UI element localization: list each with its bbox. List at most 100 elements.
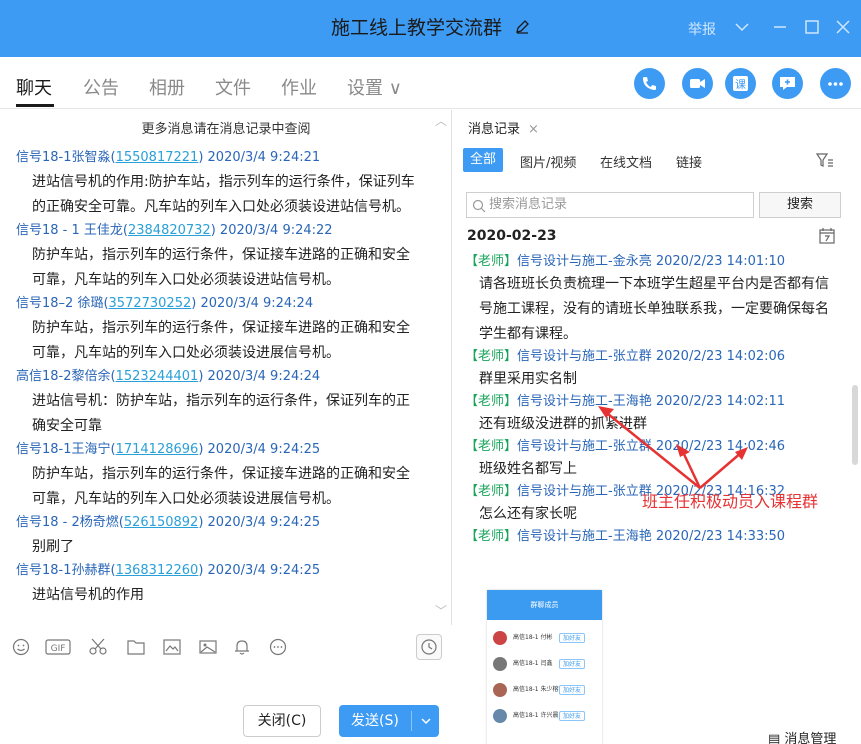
minimize-icon[interactable] [771, 18, 789, 36]
add-friend-button: 加好友 [559, 711, 586, 721]
share-button[interactable] [772, 68, 803, 99]
close-icon[interactable] [834, 18, 852, 36]
teacher-badge: 【老师】 [465, 484, 518, 499]
sender-name[interactable]: 信号设计与施工-王海艳 [517, 529, 652, 544]
message-text: 班级姓名都写上 [479, 461, 577, 477]
paren: ) [210, 223, 220, 238]
message-manage-link[interactable]: ▤ 消息管理 [768, 728, 836, 744]
add-friend-button: 加好友 [559, 659, 586, 669]
message-text: 可靠，凡车站的列车入口处必须装设进站信号机。 [32, 272, 340, 288]
svg-text:GIF: GIF [51, 644, 66, 654]
course-button[interactable]: 课 [725, 68, 756, 99]
sender-qq-link[interactable]: 526150892 [124, 515, 198, 530]
sender-name[interactable]: 信号18 - 1 王佳龙 [16, 223, 123, 238]
tab-settings[interactable]: 设置 ∨ [347, 74, 402, 100]
message-text: 号施工课程，没有的请班长单独联系我，一定要确保每名 [479, 301, 829, 317]
sender-name[interactable]: 信号设计与施工-张立群 [517, 484, 652, 499]
chevron-down-icon[interactable] [733, 18, 751, 36]
sender-name[interactable]: 信号18-1孙赫群 [16, 563, 111, 578]
chat-message: 高信18-2黎倍余(1523244401) 2020/3/4 9:24:24 进站… [16, 367, 440, 439]
avatar [493, 683, 507, 697]
svg-text:课: 课 [735, 78, 746, 91]
bell-icon[interactable] [232, 638, 252, 660]
add-friend-button: 加好友 [559, 633, 586, 643]
maximize-icon[interactable] [803, 18, 821, 36]
image-doc-icon[interactable] [162, 638, 182, 660]
history-search-input[interactable]: 搜索消息记录 [466, 192, 754, 218]
gif-icon[interactable]: GIF [45, 638, 71, 660]
tab-chat[interactable]: 聊天 [16, 74, 52, 100]
tab-homework[interactable]: 作业 [281, 74, 317, 100]
history-message-header: 【老师】信号设计与施工-张立群 2020/2/23 14:02:06 [465, 347, 855, 367]
sender-qq-link[interactable]: 1368312260 [116, 563, 199, 578]
sender-qq-link[interactable]: 3572730252 [109, 296, 192, 311]
tab-album[interactable]: 相册 [149, 74, 185, 100]
message-time: 2020/3/4 9:24:22 [219, 223, 333, 238]
member-row: 高信18-1 许兴晨 加好友 [493, 706, 593, 726]
sender-name[interactable]: 信号设计与施工-张立群 [517, 439, 652, 454]
history-message: 【老师】信号设计与施工-金永亮 2020/2/23 14:01:10 请各班班长负… [465, 252, 855, 347]
edit-title-icon[interactable] [514, 18, 530, 40]
teacher-badge: 【老师】 [465, 529, 518, 544]
history-tab[interactable]: 消息记录 × [468, 118, 539, 137]
more-icon [828, 82, 843, 86]
video-call-button[interactable] [682, 68, 713, 99]
report-link[interactable]: 举报 [688, 19, 716, 39]
clock-icon [421, 639, 437, 655]
sender-qq-link[interactable]: 1550817221 [116, 150, 199, 165]
scroll-up-icon[interactable]: ︿ [435, 112, 447, 129]
chat-message: 信号18-1张智淼(1550817221) 2020/3/4 9:24:21 进站… [16, 148, 440, 220]
calendar-icon[interactable] [818, 227, 836, 249]
chat-message-area[interactable]: 更多消息请在消息记录中查阅 ︿ 信号18-1张智淼(1550817221) 20… [0, 110, 452, 625]
chat-message-list: 信号18-1张智淼(1550817221) 2020/3/4 9:24:21 进站… [16, 148, 440, 609]
emoji-icon[interactable] [12, 638, 30, 660]
view-history-link[interactable]: 更多消息请在消息记录中查阅 [0, 118, 451, 137]
filter-all[interactable]: 全部 [463, 148, 503, 172]
shared-screenshot-image[interactable]: 群聊成员 高信18-1 付彬 加好友 高信18-1 闫鑫 加好友 高信18-1 朱少榕加… [487, 590, 602, 744]
message-history-button[interactable] [416, 634, 442, 660]
message-text: 还有班级没进群的抓紧进群 [479, 416, 647, 432]
window-title-wrap: 施工线上教学交流群 [0, 13, 861, 40]
sender-name[interactable]: 信号设计与施工-王海艳 [517, 394, 652, 409]
member-row: 高信18-1 付彬 加好友 [493, 628, 593, 648]
date-heading: 2020-02-23 [467, 228, 557, 244]
send-options-chevron-icon[interactable] [419, 705, 433, 744]
message-header: 信号18-1张智淼(1550817221) 2020/3/4 9:24:21 [16, 148, 440, 170]
folder-icon[interactable] [126, 638, 146, 660]
history-message: 【老师】信号设计与施工-王海艳 2020/2/23 14:33:50 [465, 527, 855, 547]
tab-files[interactable]: 文件 [215, 74, 251, 100]
send-button[interactable]: 发送(S) [339, 705, 439, 737]
scroll-down-icon[interactable]: ﹀ [435, 602, 447, 619]
sender-name[interactable]: 信号18 - 2杨奇燃 [16, 515, 119, 530]
history-scrollbar[interactable] [852, 385, 858, 465]
filter-media[interactable]: 图片/视频 [520, 152, 576, 171]
more-circle-icon[interactable] [268, 638, 288, 660]
sender-name[interactable]: 信号18-1王海宁 [16, 442, 111, 457]
manage-icon: ▤ [768, 732, 785, 744]
tab-announcement[interactable]: 公告 [83, 74, 119, 100]
sender-qq-link[interactable]: 1523244401 [116, 369, 199, 384]
filter-funnel-icon[interactable] [815, 151, 835, 173]
filter-links[interactable]: 链接 [676, 152, 702, 171]
message-time: 2020/3/4 9:24:24 [200, 296, 314, 311]
sender-name[interactable]: 信号18–2 徐璐 [16, 296, 103, 311]
phone-icon [643, 77, 656, 90]
scissors-icon[interactable] [88, 638, 108, 660]
sender-qq-link[interactable]: 2384820732 [128, 223, 211, 238]
sender-name[interactable]: 信号18-1张智淼 [16, 150, 111, 165]
image-icon[interactable] [198, 638, 218, 660]
close-button[interactable]: 关闭(C) [243, 705, 321, 737]
sender-name[interactable]: 高信18-2黎倍余 [16, 369, 111, 384]
search-button[interactable]: 搜索 [759, 192, 841, 218]
avatar [493, 631, 507, 645]
sender-name[interactable]: 信号设计与施工-张立群 [517, 349, 652, 364]
member-name: 高信18-1 朱少榕 [513, 686, 559, 693]
sender-qq-link[interactable]: 1714128696 [116, 442, 199, 457]
sender-name[interactable]: 信号设计与施工-金永亮 [517, 254, 652, 269]
filter-docs[interactable]: 在线文档 [600, 152, 652, 171]
phone-call-button[interactable] [634, 68, 665, 99]
more-button[interactable] [820, 68, 851, 99]
history-tab-close-icon[interactable]: × [528, 122, 539, 137]
avatar [493, 709, 507, 723]
history-filter-bar: 全部 图片/视频 在线文档 链接 [453, 147, 861, 175]
